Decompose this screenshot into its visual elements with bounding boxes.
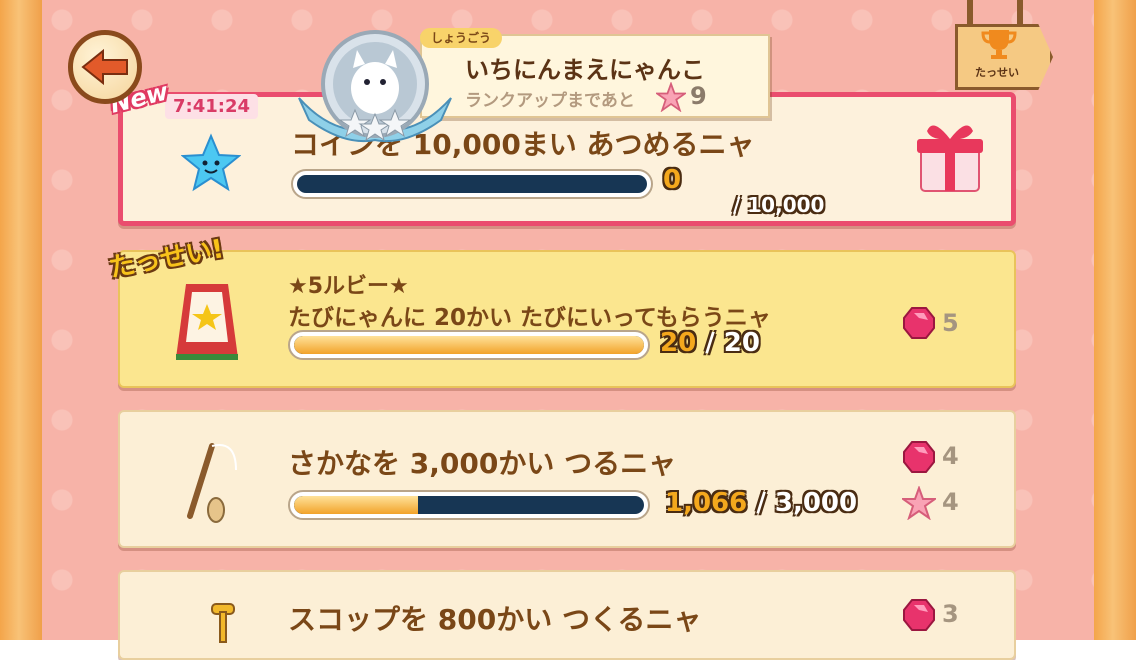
achievements-sign-button[interactable]: たっせい [955, 0, 1059, 92]
progress-bar [291, 169, 653, 199]
progress-bar [288, 490, 650, 520]
progress-current: 1,066 [665, 488, 748, 518]
left-frame [0, 0, 42, 640]
progress-target: / 10,000 [733, 193, 825, 217]
mission-subtitle: ★5ルビー★ [288, 274, 409, 299]
ruby-gem-icon [903, 441, 935, 473]
mission-timer: 7:41:24 [165, 94, 259, 119]
mission-title: さかなを 3,000かい つるニャ [288, 447, 677, 480]
back-button[interactable] [68, 30, 142, 104]
progress-text: 1,066 / 3,000 [665, 488, 857, 518]
fishing-rod-icon [187, 443, 237, 523]
reward-star-count: 4 [942, 488, 959, 516]
shovel-icon [211, 603, 235, 643]
achievements-label: たっせい [975, 66, 1019, 79]
progress-target: / 20 [705, 328, 760, 358]
ruby-gem-icon [903, 599, 935, 631]
mission-title: たびにゃんに 20かい たびにいってもらうニャ [288, 305, 771, 331]
pink-star-icon [902, 486, 936, 520]
mission-card-fishing[interactable]: さかなを 3,000かい つるニャ 1,066 / 3,000 4 4 [118, 410, 1016, 548]
rank-up-remaining: 9 [690, 82, 707, 110]
back-arrow-icon [81, 48, 128, 86]
mission-card-shovel[interactable]: スコップを 800かい つくるニャ 3 [118, 570, 1016, 660]
mission-card-travel[interactable]: ★5ルビー★ たびにゃんに 20かい たびにいってもらうニャ 20 / 20 5 [118, 250, 1016, 388]
mission-title: スコップを 800かい つくるニャ [288, 603, 702, 636]
pink-star-icon [656, 82, 686, 112]
reward-ruby-count: 5 [942, 309, 959, 337]
trophy-icon [981, 30, 1017, 59]
progress-target: / 3,000 [756, 488, 858, 518]
ruby-gem-icon [903, 307, 935, 339]
progress-text: 20 / 20 [660, 328, 760, 358]
progress-current: 0 [663, 165, 682, 195]
progress-current: 20 [660, 328, 697, 358]
reward-ruby-count: 4 [942, 442, 959, 470]
rank-medal-icon[interactable] [295, 28, 455, 148]
right-frame [1094, 0, 1136, 640]
signboard-icon [176, 284, 238, 360]
blue-star-icon [181, 133, 241, 192]
progress-bar [288, 330, 650, 360]
gift-box-icon [917, 125, 983, 192]
reward-ruby-count: 3 [942, 600, 959, 628]
rank-up-label: ランクアップまであと [465, 91, 635, 111]
rank-name: いちにんまえにゃんこ [465, 56, 705, 84]
